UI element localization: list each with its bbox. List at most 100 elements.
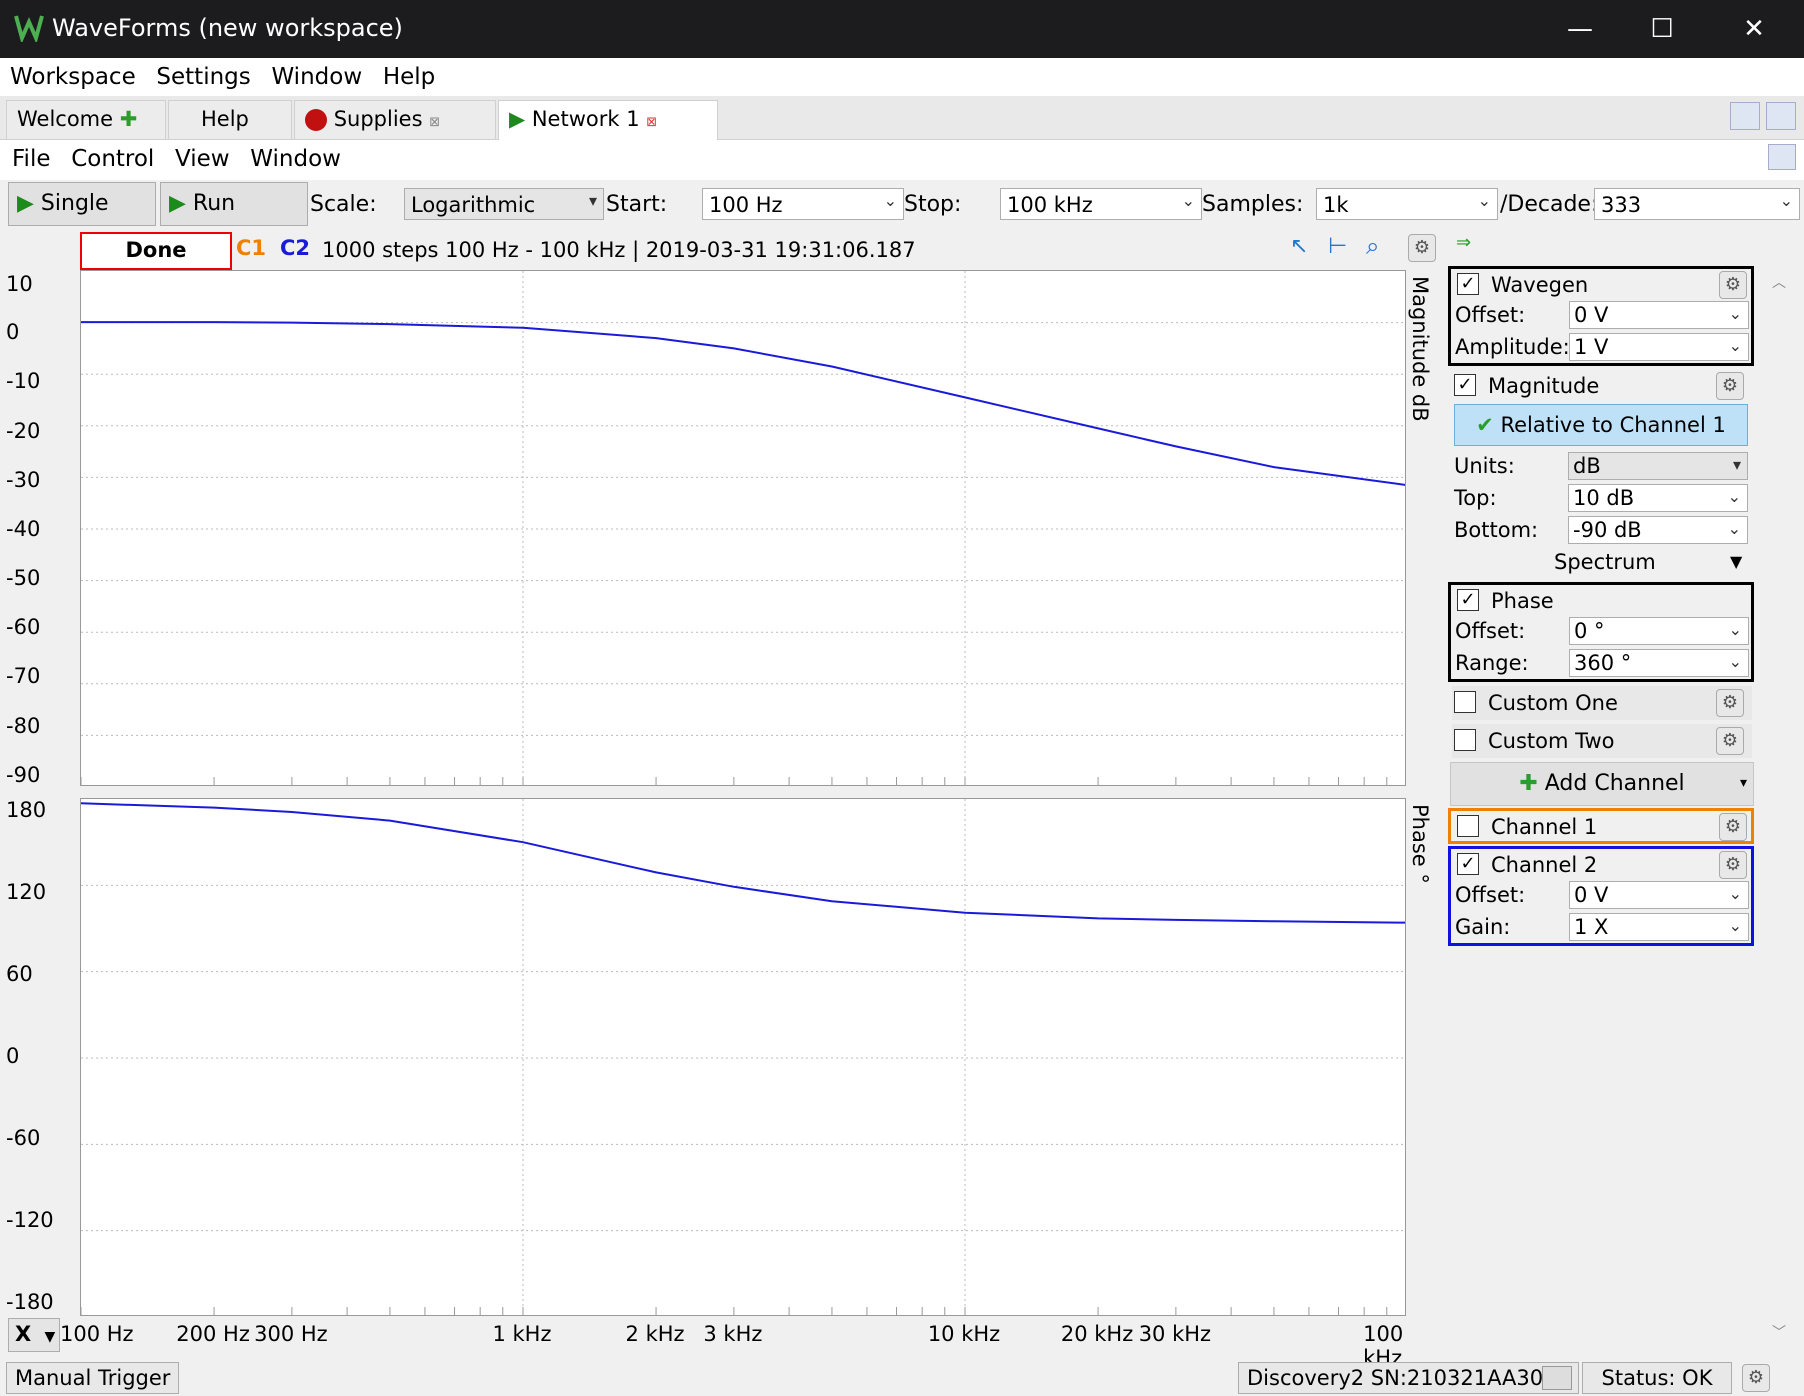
menu-view[interactable]: View <box>175 146 230 172</box>
bottom-select[interactable]: -90 dB ⌄ <box>1568 516 1748 544</box>
channel-1-gear-icon[interactable]: ⚙ <box>1719 813 1747 841</box>
c1-label[interactable]: C1 <box>236 236 266 260</box>
units-select[interactable]: dB ▾ <box>1568 452 1748 480</box>
chevron-down-icon: ⌄ <box>1477 191 1491 210</box>
dropdown-arrow-icon: ▾ <box>1732 455 1741 474</box>
chevron-down-icon: ⌄ <box>1727 519 1741 538</box>
chevron-down-icon: ⌄ <box>1727 487 1741 506</box>
tab-network-1[interactable]: ▶ Network 1 ⊠ <box>498 100 718 140</box>
collapse-arrow-icon[interactable]: ⇒ <box>1456 232 1471 253</box>
menu-window[interactable]: Window <box>250 146 341 172</box>
dropdown-arrow-icon[interactable]: ▼ <box>1730 552 1742 571</box>
chevron-down-icon: ⌄ <box>1728 652 1742 671</box>
c2-label[interactable]: C2 <box>280 236 310 260</box>
y-tick: 60 <box>6 962 33 986</box>
zoom-icon[interactable]: ⌕ <box>1366 232 1379 260</box>
top-select[interactable]: 10 dB ⌄ <box>1568 484 1748 512</box>
magnitude-gear-icon[interactable]: ⚙ <box>1716 372 1744 400</box>
menu-window[interactable]: Window <box>271 64 362 90</box>
magnitude-checkbox[interactable]: ✓ <box>1454 374 1476 396</box>
scroll-up-icon[interactable]: ︿ <box>1772 272 1786 292</box>
undock-icon[interactable] <box>1768 144 1796 170</box>
menu-control[interactable]: Control <box>71 146 154 172</box>
custom-two-gear-icon[interactable]: ⚙ <box>1716 727 1744 755</box>
decade-input[interactable]: 333 ⌄ <box>1594 188 1800 220</box>
layout-stack-icon[interactable] <box>1730 102 1760 130</box>
maximize-icon[interactable]: ☐ <box>1642 10 1682 48</box>
spectrum-label[interactable]: Spectrum <box>1554 550 1656 574</box>
single-button[interactable]: ▶ Single <box>8 182 156 226</box>
x-tick-label: 10 kHz <box>927 1322 1001 1346</box>
instrument-menu-bar: File Control View Window <box>0 140 1804 180</box>
x-tick-label: 200 Hz <box>176 1322 250 1346</box>
offset-label: Offset: <box>1455 303 1526 327</box>
custom-two-checkbox[interactable] <box>1454 729 1476 751</box>
start-input[interactable]: 100 Hz ⌄ <box>702 188 904 220</box>
cursor-marker-icon[interactable]: ⊢ <box>1328 234 1347 259</box>
custom-one-row: Custom One ⚙ <box>1452 686 1752 720</box>
close-icon[interactable]: ✕ <box>1734 10 1774 48</box>
channel-2-group: ✓ Channel 2 ⚙ Offset: 0 V ⌄ Gain: 1 X ⌄ <box>1448 846 1754 946</box>
add-channel-button[interactable]: ✚ Add Channel ▾ <box>1450 762 1754 806</box>
tab-supplies[interactable]: Supplies ⊠ <box>294 100 496 140</box>
phase-offset-select[interactable]: 0 ° ⌄ <box>1569 617 1749 645</box>
stop-input[interactable]: 100 kHz ⌄ <box>1000 188 1202 220</box>
tab-close-icon[interactable]: ⊠ <box>429 115 440 130</box>
minimize-icon[interactable]: — <box>1560 10 1600 48</box>
chevron-down-icon: ⌄ <box>1728 304 1742 323</box>
start-value: 100 Hz <box>709 193 783 217</box>
y-tick: 120 <box>6 880 47 904</box>
manual-trigger-button[interactable]: Manual Trigger <box>6 1362 180 1394</box>
magnitude-y-axis: 10 0 -10 -20 -30 -40 -50 -60 -70 -80 -90 <box>0 270 80 787</box>
tab-close-icon[interactable]: ⊠ <box>646 115 657 130</box>
magnitude-plot[interactable] <box>80 270 1406 786</box>
custom-one-checkbox[interactable] <box>1454 691 1476 713</box>
channel-1-checkbox[interactable] <box>1457 815 1479 837</box>
status-gear-icon[interactable]: ⚙ <box>1742 1364 1770 1392</box>
phase-axis-title: Phase ° <box>1408 804 1432 884</box>
value: 1 X <box>1574 915 1609 939</box>
x-axis-label: X <box>15 1322 32 1346</box>
scroll-down-icon[interactable]: ﹀ <box>1772 1322 1786 1342</box>
phase-y-axis: 180 120 60 0 -60 -120 -180 <box>0 794 80 1314</box>
stop-value: 100 kHz <box>1007 193 1093 217</box>
channel-2-checkbox[interactable]: ✓ <box>1457 853 1479 875</box>
channel-2-gear-icon[interactable]: ⚙ <box>1719 851 1747 879</box>
wavegen-amplitude-select[interactable]: 1 V ⌄ <box>1569 333 1749 361</box>
channel-2-trace <box>81 802 1405 924</box>
x-axis-select[interactable]: X ▼ <box>8 1318 60 1352</box>
run-button[interactable]: ▶ Run <box>160 182 308 226</box>
y-tick: -50 <box>6 566 41 590</box>
samples-input[interactable]: 1k ⌄ <box>1316 188 1498 220</box>
phase-plot[interactable] <box>80 798 1406 1316</box>
plot-settings-gear-icon[interactable]: ⚙ <box>1408 234 1436 262</box>
menu-file[interactable]: File <box>12 146 51 172</box>
relative-to-channel-button[interactable]: ✔ Relative to Channel 1 <box>1454 404 1748 446</box>
wavegen-gear-icon[interactable]: ⚙ <box>1719 271 1747 299</box>
scale-select[interactable]: Logarithmic ▾ <box>404 188 604 220</box>
wavegen-offset-select[interactable]: 0 V ⌄ <box>1569 301 1749 329</box>
device-label[interactable]: Discovery2 SN:210321AA3032 <box>1238 1362 1579 1394</box>
menu-workspace[interactable]: Workspace <box>10 64 136 90</box>
scale-value: Logarithmic <box>411 193 536 217</box>
tab-welcome[interactable]: Welcome ✚ <box>6 100 166 140</box>
title-bar: WaveForms (new workspace) — ☐ ✕ <box>0 0 1804 58</box>
custom-one-gear-icon[interactable]: ⚙ <box>1716 689 1744 717</box>
wavegen-checkbox[interactable]: ✓ <box>1457 273 1479 295</box>
y-tick: 180 <box>6 798 47 822</box>
device-icon[interactable] <box>1542 1366 1572 1390</box>
range-label: Range: <box>1455 651 1529 675</box>
play-icon: ▶ <box>509 107 526 131</box>
tab-help[interactable]: Help <box>168 100 292 140</box>
channel-2-offset-select[interactable]: 0 V ⌄ <box>1569 881 1749 909</box>
channel-2-gain-select[interactable]: 1 X ⌄ <box>1569 913 1749 941</box>
phase-range-select[interactable]: 360 ° ⌄ <box>1569 649 1749 677</box>
menu-settings[interactable]: Settings <box>156 64 250 90</box>
panel-scrollbar[interactable]: ︿ ﹀ <box>1768 270 1792 1350</box>
layout-split-icon[interactable] <box>1766 102 1796 130</box>
menu-help[interactable]: Help <box>383 64 435 90</box>
units-label: Units: <box>1454 454 1515 478</box>
y-tick: -180 <box>6 1290 54 1314</box>
cursor-arrow-icon[interactable]: ↖ <box>1290 234 1308 259</box>
phase-checkbox[interactable]: ✓ <box>1457 589 1479 611</box>
